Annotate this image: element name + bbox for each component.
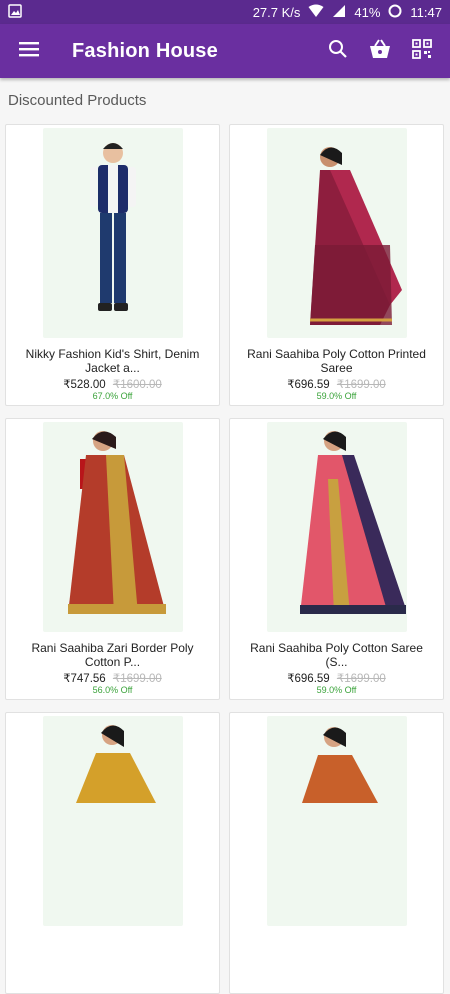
- product-name: Rani Saahiba Zari Border Poly Cotton P..…: [31, 641, 194, 669]
- product-price: ₹747.56: [63, 673, 106, 685]
- product-card[interactable]: Rani Saahiba Poly Cotton Saree (S... ₹69…: [229, 418, 444, 700]
- menu-icon: [19, 41, 39, 62]
- battery-percent: 41%: [354, 4, 381, 20]
- product-image: [230, 125, 443, 341]
- product-card[interactable]: [229, 712, 444, 994]
- discount-label: 59.0% Off: [316, 391, 357, 401]
- product-grid: Nikky Fashion Kid's Shirt, Denim Jacket …: [5, 124, 445, 994]
- product-card[interactable]: Rani Saahiba Poly Cotton Printed Saree ₹…: [229, 124, 444, 406]
- product-card[interactable]: [5, 712, 220, 994]
- battery-icon: [388, 4, 402, 21]
- product-image: [230, 713, 443, 929]
- basket-icon: [368, 38, 392, 64]
- cart-button[interactable]: [366, 37, 394, 65]
- price-row: ₹528.00 ₹1600.00: [6, 377, 219, 391]
- signal-icon: [332, 4, 346, 21]
- network-speed: 27.7 K/s: [252, 4, 301, 20]
- app-title: Fashion House: [72, 39, 218, 62]
- clock: 11:47: [410, 4, 442, 20]
- section-title: Discounted Products: [8, 92, 147, 109]
- product-card[interactable]: Rani Saahiba Zari Border Poly Cotton P..…: [5, 418, 220, 700]
- qr-scan-button[interactable]: [408, 37, 436, 65]
- product-card[interactable]: Nikky Fashion Kid's Shirt, Denim Jacket …: [5, 124, 220, 406]
- price-row: [230, 965, 443, 977]
- product-name: Rani Saahiba Poly Cotton Saree (S...: [250, 641, 423, 669]
- price-row: ₹696.59 ₹1699.00: [230, 377, 443, 391]
- status-bar: 27.7 K/s 41% 11:47: [0, 0, 450, 24]
- product-image: [6, 125, 219, 341]
- product-price: ₹696.59: [287, 673, 330, 685]
- discount-label: 59.0% Off: [316, 685, 357, 695]
- product-price: ₹696.59: [287, 379, 330, 391]
- product-mrp: ₹1699.00: [336, 379, 386, 391]
- product-image: [6, 419, 219, 635]
- product-mrp: ₹1600.00: [112, 379, 162, 391]
- price-row: [6, 965, 219, 977]
- menu-button[interactable]: [14, 36, 44, 66]
- discount-label: 56.0% Off: [92, 685, 133, 695]
- qr-code-icon: [412, 38, 432, 64]
- product-mrp: ₹1699.00: [112, 673, 162, 685]
- product-name: Nikky Fashion Kid's Shirt, Denim Jacket …: [25, 347, 200, 375]
- product-image: [230, 419, 443, 635]
- product-price: ₹528.00: [63, 379, 106, 391]
- app-bar: Fashion House: [0, 24, 450, 78]
- product-mrp: ₹1699.00: [336, 673, 386, 685]
- price-row: ₹747.56 ₹1699.00: [6, 671, 219, 685]
- product-image: [6, 713, 219, 929]
- discount-label: 67.0% Off: [92, 391, 133, 401]
- search-button[interactable]: [324, 37, 352, 65]
- price-row: ₹696.59 ₹1699.00: [230, 671, 443, 685]
- wifi-icon: [308, 4, 324, 21]
- search-icon: [328, 39, 348, 64]
- product-name: Rani Saahiba Poly Cotton Printed Saree: [247, 347, 426, 375]
- gallery-notification-icon: [8, 3, 22, 21]
